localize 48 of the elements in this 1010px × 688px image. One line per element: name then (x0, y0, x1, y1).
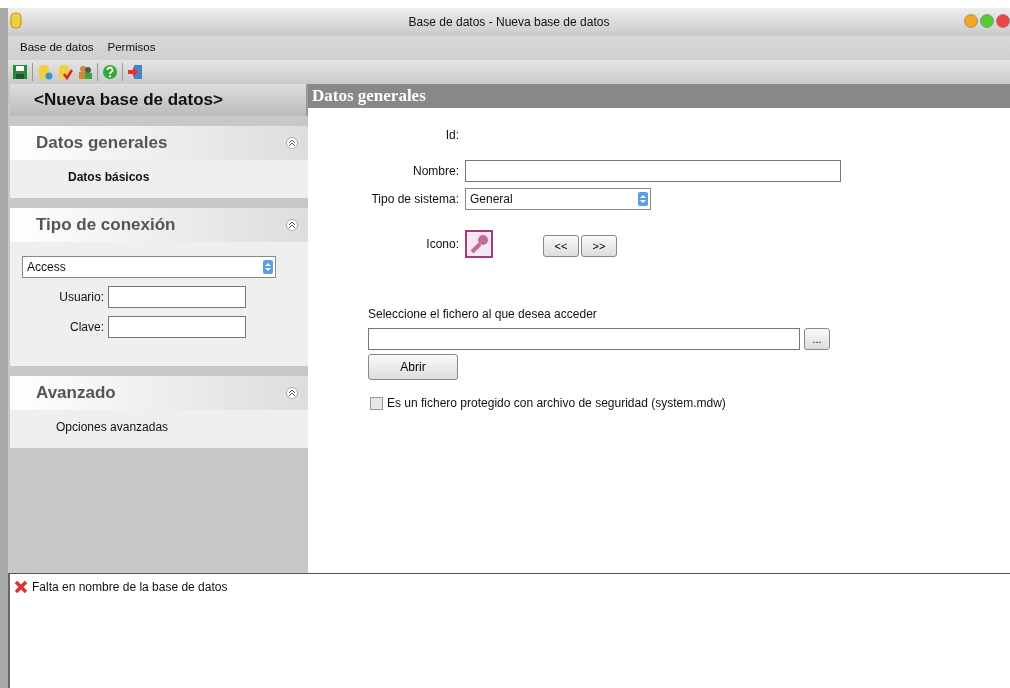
file-path-field[interactable] (368, 328, 800, 350)
message-text: Falta en nombre de la base de datos (32, 579, 228, 596)
input-field[interactable] (108, 316, 246, 338)
next-button[interactable]: >> (581, 235, 617, 257)
field-label: Nombre: (412, 163, 460, 180)
collapse-icon[interactable] (286, 219, 298, 231)
browse-button[interactable]: ... (804, 328, 830, 350)
system-select[interactable]: General (465, 188, 651, 210)
field-label: Clave: (69, 319, 105, 336)
section-title: Tipo de conexión (36, 214, 176, 237)
collapse-icon[interactable] (286, 387, 298, 399)
file-label: Seleccione el fichero al que desea acceder (368, 306, 598, 323)
field-label: Icono: (425, 236, 460, 253)
section-header[interactable]: Tipo de conexión (10, 208, 308, 242)
field-label: Tipo de sistema: (370, 191, 460, 208)
section-title: Avanzado (36, 382, 116, 405)
key-icon (465, 230, 493, 258)
save-icon[interactable] (12, 64, 28, 80)
checkbox[interactable] (370, 396, 383, 410)
previous-button[interactable]: << (543, 235, 579, 257)
section-header[interactable]: Avanzado (10, 376, 308, 410)
menu-item[interactable]: Permisos (107, 39, 156, 57)
spinner-icon (638, 192, 648, 206)
open-button[interactable]: Abrir (368, 354, 458, 380)
content-header: Datos generales (308, 84, 1010, 108)
checkbox-label: Es un fichero protegido con archivo de seguridad (system.mdw) (387, 395, 726, 412)
field-label: Id: (444, 127, 460, 144)
input-field[interactable] (108, 286, 246, 308)
field-label: Usuario: (58, 289, 105, 306)
menu-item[interactable]: Base de datos (20, 39, 94, 57)
error-icon (14, 580, 28, 594)
help-icon[interactable] (102, 64, 118, 80)
window-title: Base de datos - Nueva base de datos (408, 14, 610, 31)
section-title: Datos generales (36, 132, 168, 155)
database-check-icon[interactable] (57, 64, 73, 80)
spinner-icon (263, 260, 273, 274)
close-button[interactable] (996, 14, 1010, 28)
sidebar-link[interactable]: Datos básicos (10, 168, 308, 186)
section-header[interactable]: Datos generales (10, 126, 308, 160)
database-icon (10, 11, 22, 29)
name-field[interactable] (465, 160, 841, 182)
users-icon[interactable] (77, 64, 93, 80)
connection-select[interactable]: Access (22, 256, 276, 278)
sidebar-title: <Nueva base de datos> (10, 84, 308, 116)
exit-icon[interactable] (127, 64, 143, 80)
sidebar-link[interactable]: Opciones avanzadas (10, 418, 308, 436)
database-user-icon[interactable] (37, 64, 53, 80)
collapse-icon[interactable] (286, 137, 298, 149)
